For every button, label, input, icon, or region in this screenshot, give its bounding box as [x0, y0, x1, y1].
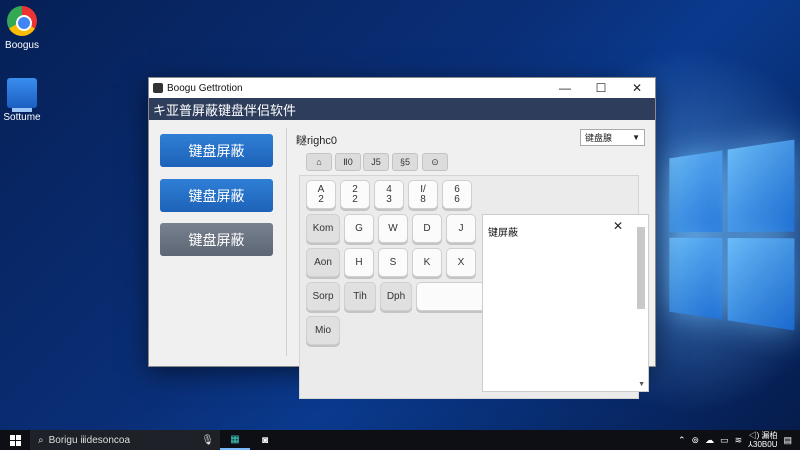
taskbar: ⌕ Borigu ⅲdesoncoa 🎙 ▦ ◙ ⌃ ⊚ ☁ ▭ ≋ ◁) 漏柏… [0, 430, 800, 450]
key[interactable]: Mio [306, 316, 340, 345]
search-icon: ⌕ [38, 434, 44, 446]
key[interactable]: Sorp [306, 282, 340, 311]
key[interactable]: A 2 [306, 180, 336, 209]
key[interactable]: Dph [380, 282, 412, 311]
key[interactable]: X [446, 248, 476, 277]
toolbar-button-4[interactable]: §5 [392, 153, 418, 171]
clock-line-1: ◁) 漏柏 [748, 431, 778, 440]
app-header: キ亚普屏蔽键盘伴侣软件 [149, 98, 655, 120]
keyboard-block-button-2[interactable]: 键盘屏蔽 [160, 179, 273, 212]
close-button[interactable]: ✕ [619, 78, 655, 98]
key[interactable]: I/ 8 [408, 180, 438, 209]
key[interactable]: 2 2 [340, 180, 370, 209]
cloud-icon[interactable]: ☁ [705, 435, 714, 446]
desktop-icon-label: Sottume [3, 112, 41, 123]
key[interactable]: Tih [344, 282, 376, 311]
toolbar-button-3[interactable]: J5 [363, 153, 389, 171]
start-button[interactable] [0, 430, 30, 450]
key[interactable]: S [378, 248, 408, 277]
taskbar-app-keyboard[interactable]: ▦ [220, 430, 250, 450]
popup-title: 键屏蔽 [488, 228, 518, 239]
desktop-icon-label: Boogus [5, 40, 39, 51]
title-bar: Boogu Gettrotion — ☐ ✕ [149, 78, 655, 98]
key[interactable]: Kom [306, 214, 340, 243]
network-icon[interactable]: ⊚ [692, 435, 700, 446]
computer-icon [7, 78, 37, 112]
dropdown-value: 键盘腺 [585, 133, 613, 143]
maximize-button[interactable]: ☐ [583, 78, 619, 98]
app-icon: ◙ [261, 434, 269, 446]
key[interactable]: 6 6 [442, 180, 472, 209]
space-key[interactable] [416, 282, 486, 311]
block-popup-panel: 键屏蔽 ✕ ▼ [482, 214, 649, 392]
key[interactable]: K [412, 248, 442, 277]
window-title: Boogu Gettrotion [167, 82, 243, 94]
keyboard-block-button-1[interactable]: 键盘屏蔽 [160, 134, 273, 167]
popup-close-icon[interactable]: ✕ [613, 219, 623, 233]
desktop-icon-pc[interactable]: Sottume [0, 78, 52, 123]
key[interactable]: D [412, 214, 442, 243]
windows-logo-wallpaper [669, 139, 795, 331]
key[interactable]: W [378, 214, 408, 243]
minimize-button[interactable]: — [547, 78, 583, 98]
chevron-up-icon[interactable]: ⌃ [678, 435, 686, 446]
chrome-icon [7, 6, 37, 36]
system-tray: ⌃ ⊚ ☁ ▭ ≋ ◁) 漏柏 ⅄30B0U ▤ [678, 431, 800, 449]
taskbar-search[interactable]: ⌕ Borigu ⅲdesoncoa 🎙 [30, 430, 220, 450]
clock[interactable]: ◁) 漏柏 ⅄30B0U [748, 431, 777, 449]
search-text: Borigu ⅲdesoncoa [48, 434, 131, 446]
battery-icon[interactable]: ▭ [720, 435, 729, 446]
toolbar-button-5[interactable]: ⊙ [422, 153, 448, 171]
clock-line-2: ⅄30B0U [748, 440, 778, 449]
main-content: 键盘屏蔽 键盘屏蔽 键盘屏蔽 瞇righc0 键盘腺 ▼ ⌂ Ⅱ0 J5 §5 … [149, 120, 655, 399]
key[interactable]: Aon [306, 248, 340, 277]
divider [286, 128, 287, 356]
toolbar-button-2[interactable]: Ⅱ0 [335, 153, 361, 171]
keyboard-app-icon: ▦ [230, 433, 240, 445]
desktop-icon-browser[interactable]: Boogus [0, 6, 52, 51]
scrollbar[interactable] [637, 227, 645, 309]
taskbar-app-2[interactable]: ◙ [250, 430, 280, 450]
notification-icon[interactable]: ▤ [783, 435, 792, 446]
key[interactable]: H [344, 248, 374, 277]
mode-dropdown[interactable]: 键盘腺 ▼ [580, 129, 645, 146]
keyboard-panel-label: 瞇righc0 [296, 135, 337, 147]
microphone-icon[interactable]: 🎙 [201, 435, 214, 446]
key[interactable]: 4 3 [374, 180, 404, 209]
windows-icon [9, 434, 21, 446]
key[interactable]: G [344, 214, 374, 243]
chevron-down-icon: ▼ [632, 133, 640, 142]
toolbar-home-button[interactable]: ⌂ [306, 153, 332, 171]
app-icon [153, 83, 163, 93]
scroll-down-icon[interactable]: ▼ [638, 381, 645, 388]
app-header-title: キ亚普屏蔽键盘伴侣软件 [153, 102, 297, 118]
keyboard-block-button-3[interactable]: 键盘屏蔽 [160, 223, 273, 256]
wifi-icon[interactable]: ≋ [735, 435, 743, 446]
app-window: Boogu Gettrotion — ☐ ✕ キ亚普屏蔽键盘伴侣软件 键盘屏蔽 … [148, 77, 656, 399]
desktop: Boogus Sottume Boogu Gettrotion — ☐ ✕ キ亚… [0, 0, 800, 430]
key[interactable]: J [446, 214, 476, 243]
